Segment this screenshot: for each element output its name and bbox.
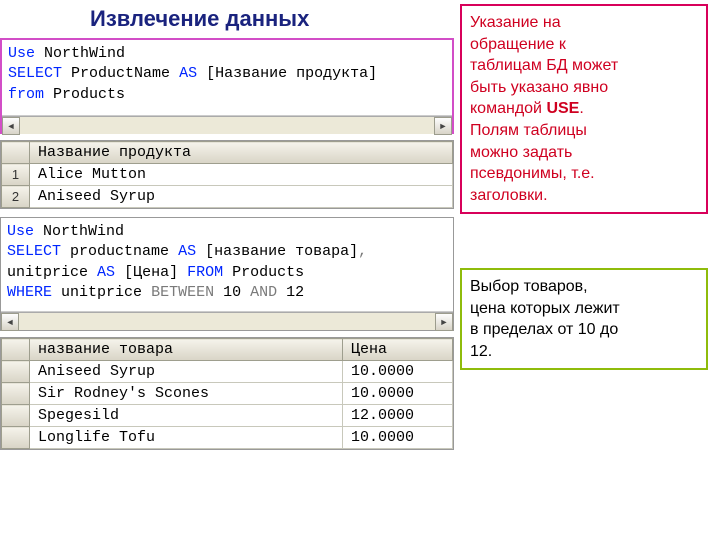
scroll-right-button[interactable]: ►	[434, 117, 452, 135]
sql-table: Products	[53, 86, 125, 103]
kw-and: AND	[250, 284, 277, 301]
kw-use: Use	[8, 45, 35, 62]
scroll-right-button[interactable]: ►	[435, 313, 453, 331]
sql-col: unitprice	[61, 284, 142, 301]
table-row[interactable]: Aniseed Syrup 10.0000	[2, 361, 453, 383]
cell-product-name[interactable]: Aniseed Syrup	[30, 186, 453, 208]
sql-alias: [Цена]	[124, 264, 178, 281]
sql-db: NorthWind	[44, 45, 125, 62]
cell-price[interactable]: 12.0000	[343, 405, 453, 427]
callout-line: командой USE.	[470, 98, 698, 120]
sql-table: Products	[232, 264, 304, 281]
callout-text: командой	[470, 100, 546, 117]
table-row[interactable]: 1 Alice Mutton	[2, 164, 453, 186]
sql-col: unitprice	[7, 264, 88, 281]
scroll-left-button[interactable]: ◄	[2, 117, 20, 135]
cell-price[interactable]: 10.0000	[343, 427, 453, 449]
results-grid-2[interactable]: название товара Цена Aniseed Syrup 10.00…	[0, 337, 454, 450]
row-number[interactable]	[2, 361, 30, 383]
kw-select: SELECT	[8, 65, 62, 82]
callout-line: быть указано явно	[470, 77, 698, 99]
table-row[interactable]: Sir Rodney's Scones 10.0000	[2, 383, 453, 405]
table-row[interactable]: Longlife Tofu 10.0000	[2, 427, 453, 449]
horizontal-scrollbar[interactable]: ◄ ►	[1, 312, 453, 330]
sql-editor-2[interactable]: Use NorthWind SELECT productname AS [наз…	[0, 217, 454, 331]
cell-price[interactable]: 10.0000	[343, 361, 453, 383]
cell-name[interactable]: Aniseed Syrup	[30, 361, 343, 383]
kw-from: from	[8, 86, 44, 103]
results-grid-1[interactable]: Название продукта 1 Alice Mutton 2 Anise…	[0, 140, 454, 209]
callout-between-explanation: Выбор товаров, цена которых лежит в пред…	[460, 268, 708, 370]
callout-line: Указание на	[470, 12, 698, 34]
cell-product-name[interactable]: Alice Mutton	[30, 164, 453, 186]
row-number[interactable]	[2, 427, 30, 449]
callout-line: цена которых лежит	[470, 298, 698, 320]
callout-line: Выбор товаров,	[470, 276, 698, 298]
callout-text: .	[579, 100, 583, 117]
table-row[interactable]: Spegesild 12.0000	[2, 405, 453, 427]
callout-use-explanation: Указание на обращение к таблицам БД може…	[460, 4, 708, 214]
kw-as: AS	[178, 243, 196, 260]
callout-line: таблицам БД может	[470, 55, 698, 77]
scroll-track[interactable]	[19, 313, 435, 330]
horizontal-scrollbar[interactable]: ◄ ►	[2, 116, 452, 134]
sql-editor-1[interactable]: Use NorthWind SELECT ProductName AS [Наз…	[0, 38, 454, 134]
sql-code-1[interactable]: Use NorthWind SELECT ProductName AS [Наз…	[2, 40, 452, 116]
corner-cell	[2, 339, 30, 361]
sql-col: ProductName	[71, 65, 170, 82]
callout-line: можно задать	[470, 142, 698, 164]
row-number[interactable]	[2, 383, 30, 405]
scroll-track[interactable]	[20, 117, 434, 134]
kw-where: WHERE	[7, 284, 52, 301]
column-header[interactable]: название товара	[30, 339, 343, 361]
sql-code-2[interactable]: Use NorthWind SELECT productname AS [наз…	[1, 218, 453, 312]
kw-use: Use	[7, 223, 34, 240]
callout-line: заголовки.	[470, 185, 698, 207]
cell-name[interactable]: Longlife Tofu	[30, 427, 343, 449]
kw-from: FROM	[187, 264, 223, 281]
sql-db: NorthWind	[43, 223, 124, 240]
callout-line: Полям таблицы	[470, 120, 698, 142]
sql-alias: [название товара]	[205, 243, 358, 260]
kw-select: SELECT	[7, 243, 61, 260]
column-header[interactable]: Цена	[343, 339, 453, 361]
page-title: Извлечение данных	[90, 6, 309, 32]
kw-as: AS	[179, 65, 197, 82]
row-number[interactable]: 1	[2, 164, 30, 186]
column-header[interactable]: Название продукта	[30, 142, 453, 164]
sql-col: productname	[70, 243, 169, 260]
cell-price[interactable]: 10.0000	[343, 383, 453, 405]
callout-line: в пределах от 10 до	[470, 319, 698, 341]
row-number[interactable]	[2, 405, 30, 427]
callout-line: обращение к	[470, 34, 698, 56]
use-keyword: USE	[546, 100, 579, 117]
corner-cell	[2, 142, 30, 164]
kw-between: BETWEEN	[151, 284, 214, 301]
cell-name[interactable]: Sir Rodney's Scones	[30, 383, 343, 405]
cell-name[interactable]: Spegesild	[30, 405, 343, 427]
kw-as: AS	[97, 264, 115, 281]
sql-value: 10	[223, 284, 241, 301]
sql-alias: [Название продукта]	[206, 65, 377, 82]
row-number[interactable]: 2	[2, 186, 30, 208]
scroll-left-button[interactable]: ◄	[1, 313, 19, 331]
sql-value: 12	[286, 284, 304, 301]
table-row[interactable]: 2 Aniseed Syrup	[2, 186, 453, 208]
callout-line: псевдонимы, т.е.	[470, 163, 698, 185]
callout-line: 12.	[470, 341, 698, 363]
